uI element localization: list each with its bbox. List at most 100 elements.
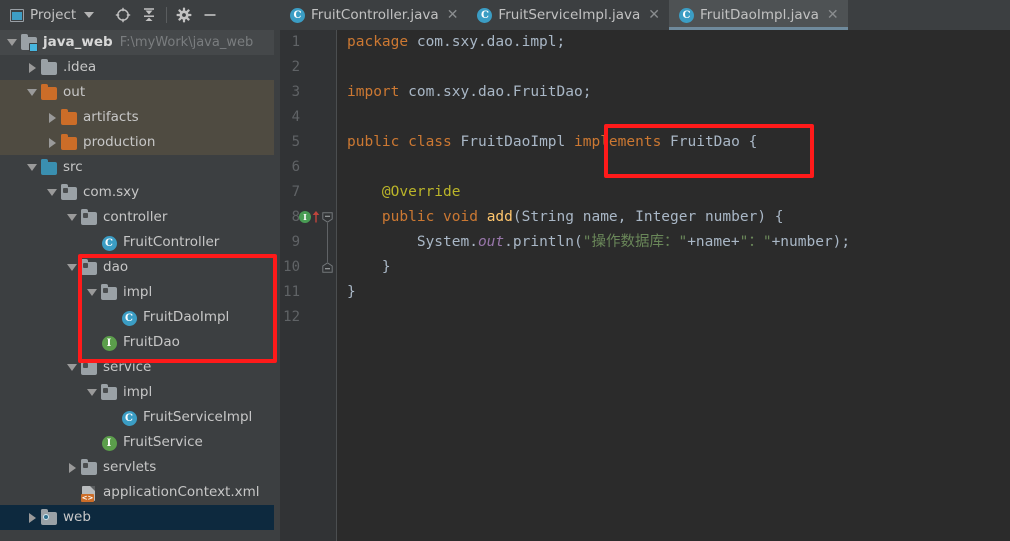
expand-arrow-icon[interactable] [24,505,40,530]
code-token: FruitDao [670,134,749,150]
close-icon[interactable]: ✕ [827,8,839,22]
project-panel-title-button[interactable]: Project [0,7,95,23]
editor-tab-label: FruitServiceImpl.java [498,7,641,23]
collapse-arrow-icon[interactable] [4,30,20,55]
tree-item-fruitdaoimpl[interactable]: C FruitDaoImpl [0,305,274,330]
tree-item-web[interactable]: web [0,505,274,530]
close-icon[interactable]: ✕ [648,8,660,22]
collapse-arrow-icon[interactable] [64,205,80,230]
implementing-method-marker[interactable]: I [299,211,311,223]
package-icon [80,258,98,277]
expand-arrow-icon[interactable] [44,105,60,130]
editor-gutter[interactable]: 1 2 3 4 5 6 7 8 9 10 11 12 I [280,30,336,541]
gutter-line-number[interactable]: 2 [280,55,336,80]
line-number-text: 10 [283,259,300,275]
editor-area: C FruitController.java ✕ C FruitServiceImpl.… [280,0,1010,541]
expand-arrow-icon[interactable] [24,55,40,80]
expand-arrow-icon[interactable] [44,130,60,155]
tree-item-production[interactable]: production [0,130,274,155]
tree-item-servlets[interactable]: servlets [0,455,274,480]
line-number-text: 5 [291,134,300,150]
hide-panel-icon[interactable] [197,2,223,28]
package-icon [80,458,98,477]
tree-item--idea[interactable]: .idea [0,55,274,80]
code-text[interactable]: package com.sxy.dao.impl; import com.sxy.… [337,30,1010,541]
tree-item-impl[interactable]: impl [0,280,274,305]
collapse-arrow-icon[interactable] [44,180,60,205]
tree-item-label: out [63,84,86,100]
line-number-text: 1 [291,34,300,50]
close-icon[interactable]: ✕ [447,8,459,22]
line-number-text: 6 [291,159,300,175]
line-number-text: 4 [291,109,300,125]
line-number-text: 3 [291,84,300,100]
tree-item-controller[interactable]: controller [0,205,274,230]
tree-item-fruitdao[interactable]: I FruitDao [0,330,274,355]
gutter-line-number[interactable]: 5 [280,130,336,155]
tree-item-fruitcontroller[interactable]: C FruitController [0,230,274,255]
locate-in-tree-icon[interactable] [110,2,136,28]
tree-item-fruitserviceimpl[interactable]: C FruitServiceImpl [0,405,274,430]
tree-item-impl[interactable]: impl [0,380,274,405]
overriding-method-arrow-icon[interactable] [312,211,320,223]
code-fold-collapse-icon[interactable] [322,212,333,223]
gutter-line-number[interactable]: 4 [280,105,336,130]
tree-item-fruitservice[interactable]: I FruitService [0,430,274,455]
tree-item-java-web[interactable]: java_web F:\myWork\java_web [0,30,274,55]
package-icon [100,283,118,302]
code-token: +name+ [687,234,740,250]
web-folder-icon [40,508,58,527]
tree-item-out[interactable]: out [0,80,274,105]
code-token: "：" [739,234,772,250]
gutter-line-number[interactable]: 6 [280,155,336,180]
package-icon [100,383,118,402]
folder-orange-icon [60,133,78,152]
code-fold-end-icon[interactable] [322,262,333,273]
gutter-line-number[interactable]: 12 [280,305,336,330]
gutter-line-number[interactable]: 3 [280,80,336,105]
editor-tab-fruitdaoimpl-java[interactable]: C FruitDaoImpl.java ✕ [669,0,848,30]
collapse-arrow-icon[interactable] [64,255,80,280]
code-editor[interactable]: 1 2 3 4 5 6 7 8 9 10 11 12 I package com.sxy.dao.imp… [280,30,1010,541]
line-number-text: 11 [283,284,300,300]
editor-tab-fruitcontroller-java[interactable]: C FruitController.java ✕ [280,0,468,30]
code-token: (String name, Integer number) { [512,209,784,225]
folder-orange-icon [40,83,58,102]
code-token: public class [347,134,461,150]
gutter-line-number[interactable]: 1 [280,30,336,55]
tree-item-service[interactable]: service [0,355,274,380]
folder-grey-icon [40,58,58,77]
expand-arrow-icon[interactable] [64,455,80,480]
code-line-7: @Override [337,180,461,205]
chevron-down-icon[interactable] [84,12,95,18]
tree-item-com-sxy[interactable]: com.sxy [0,180,274,205]
code-line-5: public class FruitDaoImpl implements Fru… [337,130,757,155]
collapse-arrow-icon[interactable] [64,355,80,380]
code-token: { [748,134,758,150]
tree-item-dao[interactable]: dao [0,255,274,280]
tree-item-src[interactable]: src [0,155,274,180]
collapse-all-icon[interactable] [136,2,162,28]
collapse-arrow-icon[interactable] [84,380,100,405]
collapse-arrow-icon[interactable] [24,155,40,180]
project-panel-header: Project [0,0,274,30]
tree-item-artifacts[interactable]: artifacts [0,105,274,130]
java-interface-icon: I [100,434,118,452]
editor-tab-fruitserviceimpl-java[interactable]: C FruitServiceImpl.java ✕ [467,0,670,30]
gutter-line-number[interactable]: 11 [280,280,336,305]
tree-item-applicationcontext-xml[interactable]: applicationContext.xml [0,480,274,505]
collapse-arrow-icon[interactable] [84,280,100,305]
project-tree[interactable]: java_web F:\myWork\java_web .idea out artifa… [0,30,274,541]
settings-gear-icon[interactable] [171,2,197,28]
code-token: FruitDaoImpl [460,134,574,150]
source-root-folder-icon [40,158,58,177]
code-line-11: } [337,280,356,305]
collapse-arrow-icon[interactable] [24,80,40,105]
idea-window: Project java_web F:\myWork\java_web .ide… [0,0,1010,541]
gutter-line-number[interactable]: 7 [280,180,336,205]
tree-item-label: src [63,159,83,175]
editor-tab-label: FruitController.java [311,7,439,23]
package-icon [60,183,78,202]
